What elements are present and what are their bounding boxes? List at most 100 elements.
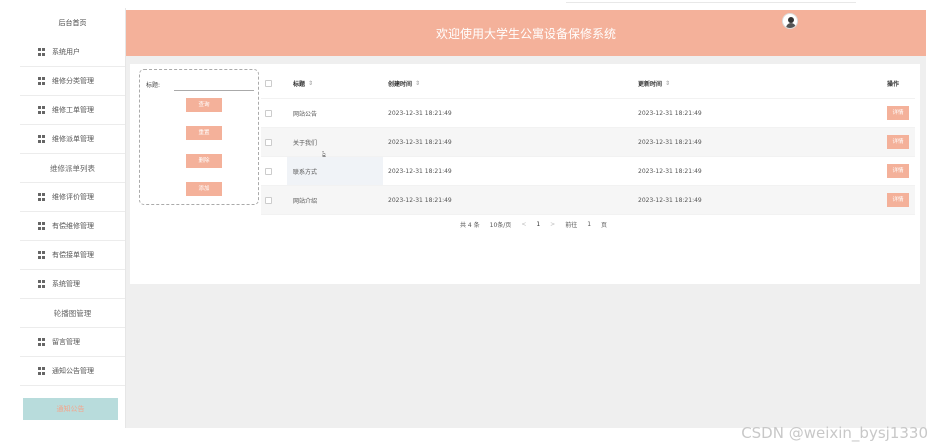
content-panel: 标题: 查询 重置 删除 添加 标题 ⇕ 创建时间 ⇕ 更新时间 ⇕ 操作 网站… — [130, 64, 920, 284]
row-checkbox[interactable] — [265, 109, 272, 117]
sidebar-item[interactable]: 维修派单列表 — [20, 154, 125, 183]
search-form: 标题: 查询 重置 删除 添加 — [139, 69, 259, 205]
row-select-cell — [265, 128, 272, 156]
sidebar-item[interactable]: 维修评价管理 — [20, 183, 125, 212]
sidebar-item-notice-active[interactable]: 通知公告 — [23, 398, 118, 420]
detail-button[interactable]: 详情 — [887, 164, 909, 178]
main-content: 标题: 查询 重置 删除 添加 标题 ⇕ 创建时间 ⇕ 更新时间 ⇕ 操作 网站… — [126, 56, 926, 428]
sidebar-items: 系统用户维修分类管理维修工单管理维修派单管理 维修派单列表 维修评价管理 有偿维修管理… — [20, 38, 125, 386]
select-all-checkbox[interactable] — [265, 80, 272, 87]
pager-total: 共 4 条 — [460, 222, 480, 229]
sidebar-item[interactable]: 有偿维修管理 — [20, 212, 125, 241]
row-update-time: 2023-12-31 18:21:49 — [638, 196, 702, 204]
row-title: 网站公告 — [293, 110, 318, 118]
sidebar-item[interactable]: 维修分类管理 — [20, 67, 125, 96]
row-checkbox[interactable] — [265, 167, 272, 175]
menu-grid-icon — [38, 193, 46, 201]
top-divider — [566, 2, 856, 3]
sidebar-item-label: 留言管理 — [52, 338, 80, 346]
sidebar-item[interactable]: 留言管理 — [20, 328, 125, 357]
sidebar-item-label: 维修派单管理 — [52, 135, 94, 143]
sidebar-item[interactable]: 轮播图管理 — [20, 299, 125, 328]
row-update-time: 2023-12-31 18:21:49 — [638, 167, 702, 175]
pager-goto-label: 前往 — [565, 222, 578, 229]
mouse-cursor-icon: 👆︎ — [322, 150, 326, 160]
detail-button[interactable]: 详情 — [887, 193, 909, 207]
row-title: 联系方式 — [293, 168, 318, 176]
row-op-cell: 详情 — [887, 157, 909, 185]
sidebar-item-home[interactable]: 后台首页 — [20, 8, 125, 38]
menu-grid-icon — [38, 135, 46, 143]
row-checkbox[interactable] — [265, 196, 272, 204]
title-search-label: 标题: — [146, 82, 161, 89]
row-checkbox[interactable] — [265, 138, 272, 146]
sidebar-item[interactable]: 通知公告管理 — [20, 357, 125, 386]
row-op-cell: 详情 — [887, 186, 909, 214]
col-title-header[interactable]: 标题 ⇕ — [293, 69, 313, 98]
table-body: 网站公告 2023-12-31 18:21:49 2023-12-31 18:21:… — [261, 99, 915, 215]
sidebar-item-label: 系统管理 — [52, 280, 80, 288]
menu-grid-icon — [38, 251, 46, 259]
sidebar-item[interactable]: 有偿接单管理 — [20, 241, 125, 270]
menu-grid-icon — [38, 48, 46, 56]
detail-button[interactable]: 详情 — [887, 106, 909, 120]
pager-next-icon[interactable]: > — [550, 221, 555, 228]
query-button[interactable]: 查询 — [186, 98, 222, 112]
sidebar-item-label: 维修分类管理 — [52, 77, 94, 85]
sidebar-item-label: 轮播图管理 — [53, 308, 92, 318]
col-create-label: 创建时间 — [388, 81, 413, 88]
row-select-cell — [265, 157, 272, 185]
sort-icon[interactable]: ⇕ — [308, 80, 313, 87]
pager-size-select[interactable]: 10条/页 — [490, 220, 512, 229]
table-row[interactable]: 网站公告 2023-12-31 18:21:49 2023-12-31 18:21:… — [261, 99, 915, 128]
sidebar-item-label: 维修评价管理 — [52, 193, 94, 201]
sidebar-item-label: 有偿接单管理 — [52, 251, 94, 259]
sidebar-item-label: 有偿维修管理 — [52, 222, 94, 230]
app-root: 后台首页 系统用户维修分类管理维修工单管理维修派单管理 维修派单列表 维修评价管理有… — [0, 0, 934, 446]
sort-icon[interactable]: ⇕ — [415, 80, 420, 87]
row-create-time: 2023-12-31 18:21:49 — [388, 138, 452, 146]
title-search-input[interactable] — [174, 77, 254, 91]
row-title: 网站介绍 — [293, 197, 318, 205]
row-select-cell — [265, 99, 272, 127]
sidebar-item-label: 通知公告管理 — [52, 367, 94, 375]
notice-table: 标题 ⇕ 创建时间 ⇕ 更新时间 ⇕ 操作 网站公告 2023-12-31 18… — [261, 69, 915, 215]
select-all-cell — [265, 69, 272, 98]
detail-button[interactable]: 详情 — [887, 135, 909, 149]
menu-grid-icon — [38, 106, 46, 114]
table-header-row: 标题 ⇕ 创建时间 ⇕ 更新时间 ⇕ 操作 — [261, 69, 915, 99]
user-avatar[interactable] — [782, 13, 798, 29]
sidebar-item[interactable]: 系统管理 — [20, 270, 125, 299]
pager-current-page[interactable]: 1 — [536, 221, 540, 228]
sort-icon[interactable]: ⇕ — [665, 80, 670, 87]
menu-grid-icon — [38, 338, 46, 346]
col-update-label: 更新时间 — [638, 81, 663, 88]
row-create-time: 2023-12-31 18:21:49 — [388, 167, 452, 175]
sidebar: 后台首页 系统用户维修分类管理维修工单管理维修派单管理 维修派单列表 维修评价管理有… — [20, 8, 126, 428]
sidebar-item[interactable]: 维修派单管理 — [20, 125, 125, 154]
row-create-time: 2023-12-31 18:21:49 — [388, 109, 452, 117]
sidebar-item-label: 维修派单列表 — [50, 163, 95, 173]
table-row[interactable]: 网站介绍 2023-12-31 18:21:49 2023-12-31 18:21:… — [261, 186, 915, 215]
delete-button[interactable]: 删除 — [186, 154, 222, 168]
pager-unit-label: 页 — [601, 222, 608, 229]
menu-grid-icon — [38, 367, 46, 375]
sidebar-item[interactable]: 系统用户 — [20, 38, 125, 67]
row-op-cell: 详情 — [887, 128, 909, 156]
col-update-header[interactable]: 更新时间 ⇕ — [638, 69, 670, 98]
sidebar-item[interactable]: 维修工单管理 — [20, 96, 125, 125]
pager-prev-icon[interactable]: < — [521, 221, 526, 228]
menu-grid-icon — [38, 222, 46, 230]
add-button[interactable]: 添加 — [186, 182, 222, 196]
row-select-cell — [265, 186, 272, 214]
col-create-header[interactable]: 创建时间 ⇕ — [388, 69, 420, 98]
table-row[interactable]: 联系方式 2023-12-31 18:21:49 2023-12-31 18:21:… — [261, 157, 915, 186]
row-op-cell: 详情 — [887, 99, 909, 127]
reset-button[interactable]: 重置 — [186, 126, 222, 140]
page-title: 欢迎使用大学生公寓设备保修系统 — [435, 27, 616, 41]
row-update-time: 2023-12-31 18:21:49 — [638, 138, 702, 146]
row-title: 关于我们 — [293, 139, 318, 147]
table-row[interactable]: 关于我们 2023-12-31 18:21:49 2023-12-31 18:21:… — [261, 128, 915, 157]
pager-goto-input[interactable]: 1 — [587, 221, 591, 228]
menu-grid-icon — [38, 280, 46, 288]
